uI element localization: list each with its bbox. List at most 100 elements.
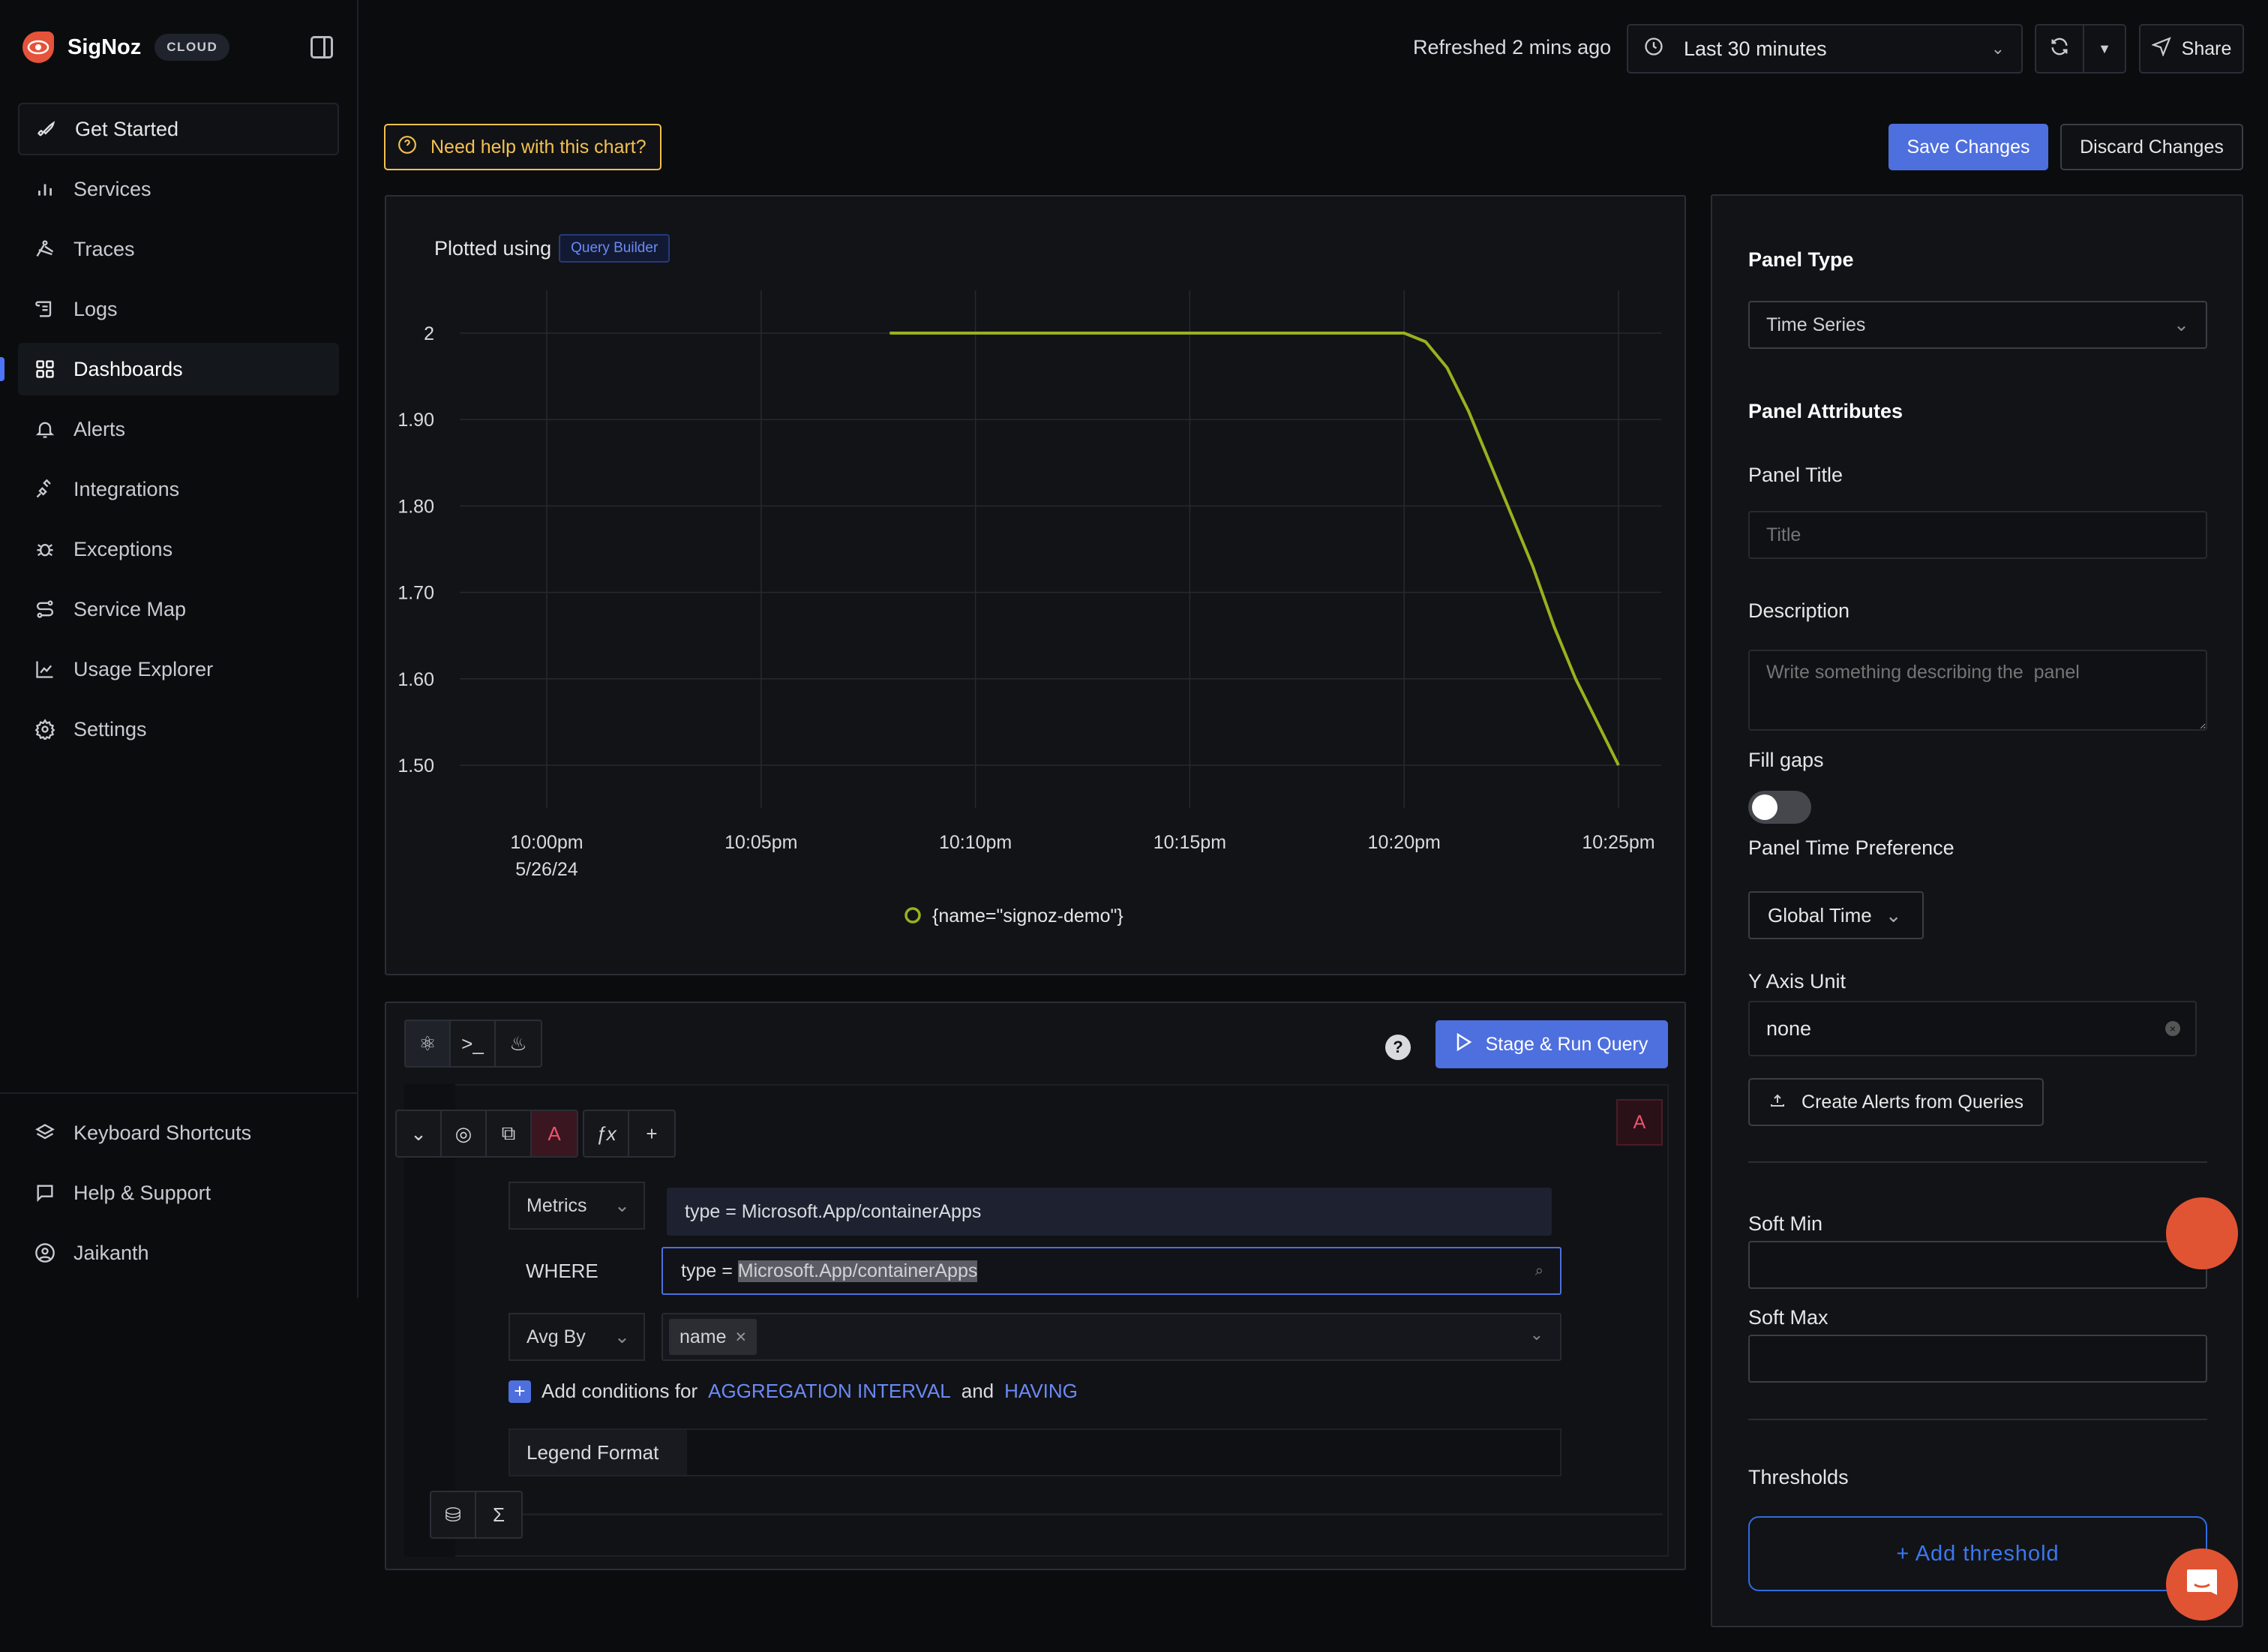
add-formula-button[interactable]: Σ [476, 1492, 521, 1537]
plus-icon: + [646, 1122, 658, 1145]
sidebar-item-logs[interactable]: Logs [18, 283, 339, 335]
grid-icon [33, 357, 57, 381]
sidebar-item-service-map[interactable]: Service Map [18, 583, 339, 635]
add-query-db-button[interactable]: ⛁ [431, 1492, 476, 1537]
sigma-icon: Σ [492, 1503, 506, 1526]
refreshed-status: Refreshed 2 mins ago [1413, 36, 1612, 59]
x-tick-label: 10:05pm [724, 832, 797, 853]
fill-gaps-toggle[interactable] [1748, 791, 1811, 824]
share-button[interactable]: Share [2139, 24, 2244, 74]
legend-format-label: Legend Format [510, 1430, 687, 1475]
bell-icon [33, 417, 57, 441]
soft-min-input[interactable] [1748, 1241, 2207, 1289]
add-function-button[interactable]: ƒx [584, 1111, 629, 1156]
legend-format-input[interactable] [687, 1430, 1560, 1475]
soft-max-label: Soft Max [1748, 1306, 1828, 1329]
create-alerts-button[interactable]: Create Alerts from Queries [1748, 1078, 2044, 1126]
x-tick-label: 10:15pm [1154, 832, 1226, 853]
sidebar-item-dashboards[interactable]: Dashboards [18, 343, 339, 395]
sidebar-item-help-support[interactable]: Help & Support [18, 1167, 339, 1219]
aggregation-interval-link[interactable]: AGGREGATION INTERVAL [708, 1380, 951, 1403]
terminal-icon: >_ [461, 1032, 484, 1055]
y-axis-unit-select[interactable]: none × [1748, 1001, 2197, 1056]
sidebar-item-user[interactable]: Jaikanth [18, 1227, 339, 1279]
time-series-chart[interactable]: 1.50 1.60 1.70 1.80 1.90 2 10:00pm 5/26/24 10:05… [386, 197, 1688, 977]
having-link[interactable]: HAVING [1004, 1380, 1078, 1403]
sidebar-item-label: Settings [74, 717, 147, 740]
aggregation-select[interactable]: Avg By ⌄ [508, 1313, 645, 1361]
metric-suggestion[interactable]: type = Microsoft.App/containerApps [667, 1188, 1552, 1236]
refresh-button[interactable] [2035, 24, 2084, 74]
query-name-badge[interactable]: A [532, 1111, 577, 1156]
sidebar-item-alerts[interactable]: Alerts [18, 403, 339, 455]
query-help-icon[interactable]: ? [1385, 1035, 1411, 1060]
sidebar-item-traces[interactable]: Traces [18, 223, 339, 275]
sidebar-item-label: Service Map [74, 597, 187, 620]
group-by-select[interactable]: name × ⌄ [662, 1313, 1562, 1361]
sidebar-item-services[interactable]: Services [18, 163, 339, 215]
sidebar-item-settings[interactable]: Settings [18, 703, 339, 755]
add-query-button[interactable]: + [629, 1111, 674, 1156]
refresh-interval-dropdown[interactable]: ▼ [2083, 24, 2126, 74]
time-range-select[interactable]: Last 30 minutes ⌄ [1627, 24, 2023, 74]
floating-action-button[interactable] [2166, 1197, 2238, 1269]
sidebar-item-exceptions[interactable]: Exceptions [18, 523, 339, 575]
description-label: Description [1748, 599, 1850, 622]
panel-title-input[interactable] [1748, 511, 2207, 559]
description-textarea[interactable] [1748, 650, 2207, 731]
toggle-visibility-button[interactable]: ◎ [442, 1111, 487, 1156]
sidebar-item-get-started[interactable]: Get Started [18, 103, 339, 155]
tab-clickhouse[interactable]: >_ [451, 1021, 496, 1066]
traces-icon [33, 237, 57, 261]
sidebar-item-label: Integrations [74, 477, 180, 500]
add-conditions[interactable]: + Add conditions for AGGREGATION INTERVA… [508, 1380, 1078, 1403]
save-changes-button[interactable]: Save Changes [1888, 124, 2048, 170]
y-tick-label: 1.80 [398, 496, 434, 517]
conditions-prefix: Add conditions for [542, 1380, 698, 1402]
stage-run-query-button[interactable]: Stage & Run Query [1436, 1020, 1668, 1068]
sidebar-item-label: Exceptions [74, 537, 173, 560]
y-tick-label: 1.90 [398, 410, 434, 431]
add-threshold-button[interactable]: + Add threshold [1748, 1516, 2207, 1591]
collapse-query-button[interactable]: ⌄ [397, 1111, 442, 1156]
play-icon [1456, 1032, 1472, 1057]
chart-help-button[interactable]: Need help with this chart? [384, 124, 662, 170]
signoz-logo-icon [22, 32, 54, 63]
data-source-select[interactable]: Metrics ⌄ [508, 1182, 645, 1230]
sidebar-item-keyboard-shortcuts[interactable]: Keyboard Shortcuts [18, 1107, 339, 1159]
panel-type-select[interactable]: Time Series ⌄ [1748, 301, 2207, 349]
tab-query-builder[interactable]: ⚛ [406, 1021, 451, 1066]
clear-icon[interactable]: × [2165, 1021, 2180, 1036]
panel-type-value: Time Series [1766, 314, 1866, 335]
time-preference-select[interactable]: Global Time ⌄ [1748, 891, 1924, 939]
layers-icon [33, 1121, 57, 1145]
duplicate-query-button[interactable]: ⧉ [487, 1111, 532, 1156]
query-type-tabs: ⚛ >_ ♨ [404, 1020, 542, 1068]
brand[interactable]: SigNoz CLOUD [22, 32, 230, 63]
divider [1748, 1419, 2207, 1420]
formula-controls: ƒx + [583, 1110, 676, 1158]
sidebar-item-label: Logs [74, 297, 118, 320]
where-filter-input[interactable]: type = Microsoft.App/containerApps ⌕ [662, 1247, 1562, 1295]
panel-attributes-heading: Panel Attributes [1748, 400, 1904, 422]
sidebar-collapse-icon[interactable] [310, 36, 333, 59]
sidebar-item-integrations[interactable]: Integrations [18, 463, 339, 515]
clock-icon [1643, 36, 1664, 62]
chat-support-button[interactable] [2166, 1548, 2238, 1620]
message-icon [33, 1181, 57, 1205]
time-preference-label: Panel Time Preference [1748, 837, 1954, 859]
x-tick-date: 5/26/24 [515, 859, 578, 880]
query-label-badge: A [1616, 1099, 1663, 1146]
share-label: Share [2181, 38, 2232, 59]
create-alerts-label: Create Alerts from Queries [1802, 1091, 2024, 1113]
y-tick-label: 1.60 [398, 669, 434, 690]
sidebar-item-label: Traces [74, 237, 135, 260]
chevron-down-icon: ⌄ [614, 1326, 630, 1347]
sidebar-item-usage-explorer[interactable]: Usage Explorer [18, 643, 339, 695]
fill-gaps-label: Fill gaps [1748, 749, 1824, 771]
chevron-down-icon: ⌄ [614, 1195, 630, 1216]
close-icon[interactable]: × [736, 1326, 747, 1348]
soft-max-input[interactable] [1748, 1335, 2207, 1383]
discard-changes-button[interactable]: Discard Changes [2060, 124, 2243, 170]
tab-promql[interactable]: ♨ [496, 1021, 541, 1066]
